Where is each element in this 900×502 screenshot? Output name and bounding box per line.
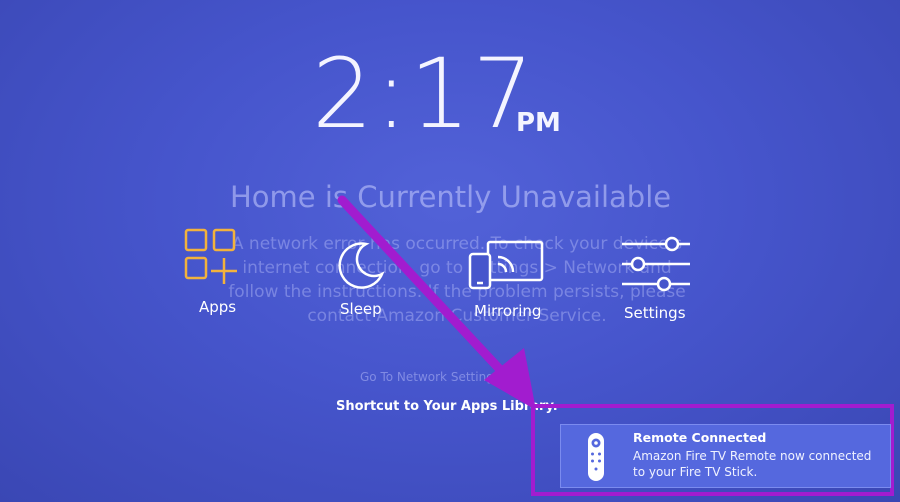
toast-icon [585,431,607,487]
toast-message: Amazon Fire TV Remote now connected to y… [633,449,872,479]
remote-icon [588,433,604,481]
toast-title: Remote Connected [633,430,767,445]
remote-connected-toast: Remote Connected Amazon Fire TV Remote n… [560,424,891,488]
